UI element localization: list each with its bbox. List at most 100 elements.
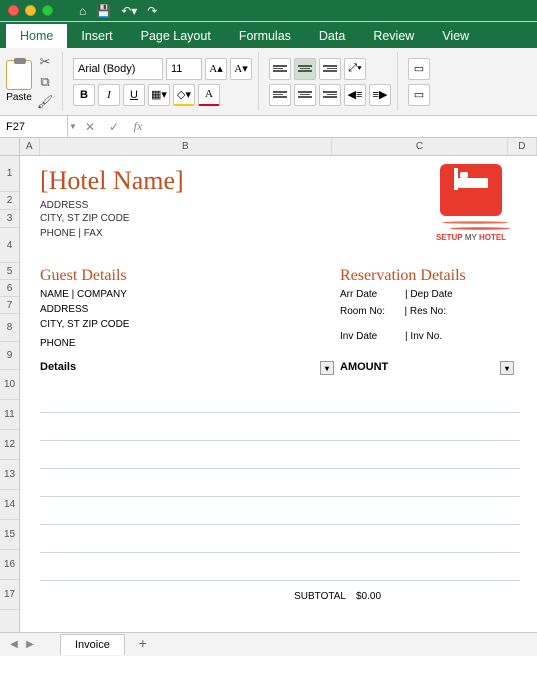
row-header[interactable]: 4 [0,228,19,263]
paste-button[interactable]: Paste [6,60,32,103]
row-header[interactable]: 2 [0,192,19,210]
column-header[interactable]: A [20,138,40,155]
italic-button[interactable]: I [98,84,120,106]
formula-input[interactable] [150,116,537,137]
font-name-select[interactable] [73,58,163,80]
name-box[interactable]: F27 [0,116,68,137]
row-header[interactable]: 7 [0,297,19,314]
row-header[interactable]: 16 [0,550,19,580]
tab-nav-prev-icon[interactable]: ◀ [8,639,20,651]
row-header[interactable]: 6 [0,280,19,297]
tab-data[interactable]: Data [305,24,359,48]
tab-view[interactable]: View [428,24,483,48]
line-item[interactable] [40,469,520,497]
tab-home[interactable]: Home [6,24,67,48]
format-painter-icon[interactable]: 🖌 [36,94,54,110]
wrap-text-button[interactable]: ▭ [408,58,430,80]
hotel-logo: SETUP MY HOTEL [432,164,510,242]
row-header[interactable]: 1 [0,156,19,192]
column-header[interactable]: D [508,138,537,155]
window-zoom-icon[interactable] [42,5,53,16]
window-minimize-icon[interactable] [25,5,36,16]
row-header[interactable]: 3 [0,210,19,228]
font-size-select[interactable] [166,58,202,80]
line-item[interactable] [40,553,520,581]
paste-label: Paste [6,92,32,103]
row-header[interactable]: 12 [0,430,19,460]
column-header[interactable]: C [332,138,508,155]
line-item[interactable] [40,413,520,441]
align-bottom-button[interactable] [319,58,341,80]
row-header[interactable]: 8 [0,314,19,342]
corner-and-rows: 1 2 3 4 5 6 7 8 9 10 11 12 13 14 15 16 1… [0,138,20,632]
font-color-button[interactable]: A [198,84,220,106]
cut-icon[interactable]: ✂ [36,54,54,70]
row-header[interactable]: 5 [0,263,19,280]
row-headers: 1 2 3 4 5 6 7 8 9 10 11 12 13 14 15 16 1… [0,156,20,632]
tab-page-layout[interactable]: Page Layout [127,24,225,48]
titlebar: ⌂ 💾 ↶▾ ↷ [0,0,537,22]
tab-review[interactable]: Review [359,24,428,48]
ribbon-body: Paste ✂ ⧉ 🖌 A▴ A▾ B I U ▦▾ ◇▾ A ⤢▾ [0,48,537,116]
align-right-button[interactable] [319,84,341,106]
guest-phone: PHONE [40,338,340,349]
line-item[interactable] [40,385,520,413]
font-group: A▴ A▾ B I U ▦▾ ◇▾ A [67,52,259,111]
orientation-button[interactable]: ⤢▾ [344,58,366,80]
align-center-button[interactable] [294,84,316,106]
merge-button[interactable]: ▭ [408,84,430,106]
tab-insert[interactable]: Insert [67,24,126,48]
name-box-dropdown-icon[interactable]: ▼ [68,122,78,131]
clipboard-icon [6,60,32,90]
fx-icon[interactable]: fx [126,119,150,134]
logo-icon [440,164,502,216]
tab-formulas[interactable]: Formulas [225,24,305,48]
bold-button[interactable]: B [73,84,95,106]
wrap-group: ▭ ▭ [402,52,436,111]
accept-formula-icon[interactable]: ✓ [102,120,126,134]
align-middle-button[interactable] [294,58,316,80]
line-item[interactable] [40,497,520,525]
row-header[interactable]: 13 [0,460,19,490]
align-top-button[interactable] [269,58,291,80]
details-filter-icon[interactable]: ▾ [320,361,334,375]
undo-icon[interactable]: ↶▾ [121,4,137,18]
row-header[interactable]: 11 [0,400,19,430]
sheet-tab-invoice[interactable]: Invoice [60,634,125,655]
save-icon[interactable]: 💾 [96,4,111,18]
increase-indent-button[interactable]: ≡▶ [369,84,391,106]
spreadsheet-area: 1 2 3 4 5 6 7 8 9 10 11 12 13 14 15 16 1… [0,138,537,632]
row-header[interactable]: 15 [0,520,19,550]
align-left-button[interactable] [269,84,291,106]
underline-button[interactable]: U [123,84,145,106]
copy-icon[interactable]: ⧉ [36,74,54,90]
add-sheet-button[interactable]: + [133,635,153,655]
select-all-corner[interactable] [0,138,20,156]
decrease-indent-button[interactable]: ◀≡ [344,84,366,106]
quick-access-toolbar: ⌂ 💾 ↶▾ ↷ [79,4,157,18]
inv-row: Inv Date | Inv No. [340,331,520,342]
dates-row: Arr Date | Dep Date [340,289,520,300]
redo-icon[interactable]: ↷ [147,4,157,18]
increase-font-button[interactable]: A▴ [205,58,227,80]
cancel-formula-icon[interactable]: ✕ [78,120,102,134]
row-header[interactable]: 17 [0,580,19,610]
line-item[interactable] [40,525,520,553]
fill-color-button[interactable]: ◇▾ [173,84,195,106]
column-header[interactable]: B [40,138,333,155]
tab-nav-next-icon[interactable]: ▶ [24,639,36,651]
guest-details-title: Guest Details [40,267,340,285]
row-header[interactable]: 14 [0,490,19,520]
line-item[interactable] [40,441,520,469]
row-header[interactable]: 9 [0,342,19,370]
amount-filter-icon[interactable]: ▾ [500,361,514,375]
window-close-icon[interactable] [8,5,19,16]
room-row: Room No: | Res No: [340,306,520,317]
ribbon-tabs: Home Insert Page Layout Formulas Data Re… [0,22,537,48]
guest-address: ADDRESS [40,304,340,315]
row-header[interactable]: 10 [0,370,19,400]
border-button[interactable]: ▦▾ [148,84,170,106]
home-icon[interactable]: ⌂ [79,4,86,18]
grid-body[interactable]: [Hotel Name] ADDRESS CITY, ST ZIP CODE P… [20,156,537,632]
decrease-font-button[interactable]: A▾ [230,58,252,80]
